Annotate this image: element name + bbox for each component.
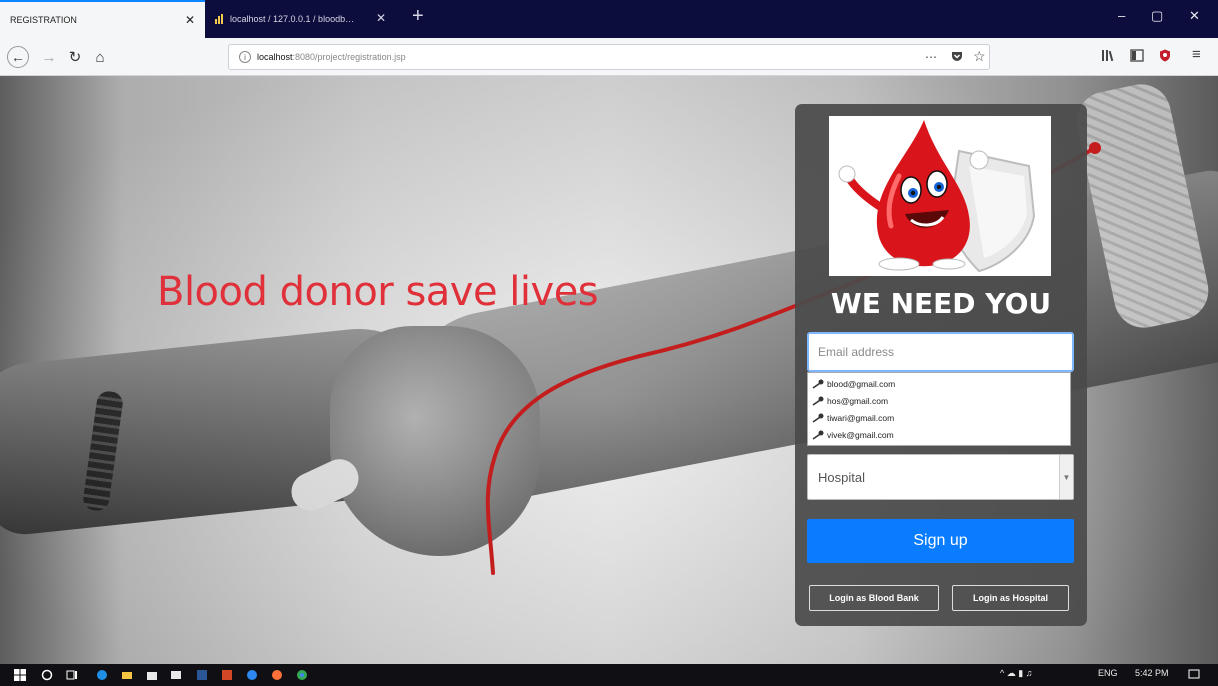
maximize-button[interactable]: ▢ xyxy=(1151,8,1163,24)
chrome-icon[interactable] xyxy=(296,669,308,681)
signup-button[interactable]: Sign up xyxy=(807,519,1074,563)
new-tab-button[interactable]: + xyxy=(412,6,424,26)
tab-phpmyadmin[interactable]: localhost / 127.0.0.1 / bloodb… ✕ xyxy=(206,0,406,38)
key-icon xyxy=(812,379,824,389)
user-type-value: Hospital xyxy=(818,470,865,485)
email-input[interactable] xyxy=(807,332,1074,372)
tab-close-icon[interactable]: ✕ xyxy=(185,13,195,27)
navigation-toolbar: ← → ↻ ⌂ i localhost:8080/project/registr… xyxy=(0,38,1218,76)
user-type-select[interactable]: Hospital ▼ xyxy=(807,454,1074,500)
task-view-icon[interactable] xyxy=(66,669,78,681)
word-icon[interactable] xyxy=(196,669,208,681)
tab-title: REGISTRATION xyxy=(10,15,77,25)
minimize-button[interactable]: – xyxy=(1118,8,1125,23)
action-center-icon[interactable] xyxy=(1188,669,1200,681)
reload-icon[interactable]: ↻ xyxy=(64,46,86,68)
info-icon[interactable]: i xyxy=(239,51,251,63)
autocomplete-email: vivek@gmail.com xyxy=(827,429,894,440)
window-close-button[interactable]: ✕ xyxy=(1189,8,1200,24)
login-blood-bank-button[interactable]: Login as Blood Bank xyxy=(809,585,939,611)
page-background: Blood donor save lives WE NEED YOU Email… xyxy=(0,76,1218,664)
mail-icon[interactable] xyxy=(170,669,182,681)
library-icon[interactable] xyxy=(1101,49,1115,65)
app-icon[interactable] xyxy=(246,669,258,681)
pocket-icon[interactable] xyxy=(951,50,963,65)
shield-addon-icon[interactable] xyxy=(1159,49,1171,65)
form-title: WE NEED YOU xyxy=(830,287,1052,320)
url-path: :8080/project/registration.jsp xyxy=(292,52,406,62)
chevron-down-icon[interactable]: ▼ xyxy=(1059,455,1073,499)
windows-start-icon[interactable] xyxy=(14,669,26,681)
page-tagline: Blood donor save lives xyxy=(157,269,599,315)
registration-panel: WE NEED YOU blood@gmail.com hos@gmail.co… xyxy=(795,104,1087,626)
page-actions-icon[interactable]: ⋯ xyxy=(925,50,937,64)
autocomplete-item[interactable]: vivek@gmail.com xyxy=(808,426,1070,443)
windows-taskbar: ^ ☁ ▮ ♫ ENG 5:42 PM xyxy=(0,664,1218,686)
autocomplete-email: blood@gmail.com xyxy=(827,378,896,389)
url-bar[interactable]: i localhost:8080/project/registration.js… xyxy=(228,44,990,70)
key-icon xyxy=(812,430,824,440)
tray-icons[interactable]: ^ ☁ ▮ ♫ xyxy=(1000,668,1032,679)
key-icon xyxy=(812,396,824,406)
store-icon[interactable] xyxy=(146,669,158,681)
email-autocomplete-list: blood@gmail.com hos@gmail.com tiwari@gma… xyxy=(807,372,1071,446)
blood-drop-mascot-image xyxy=(829,116,1051,276)
autocomplete-email: hos@gmail.com xyxy=(827,395,889,406)
tab-title: localhost / 127.0.0.1 / bloodb… xyxy=(230,14,355,24)
input-language[interactable]: ENG xyxy=(1098,668,1118,678)
autocomplete-item[interactable]: tiwari@gmail.com xyxy=(808,409,1070,426)
system-clock[interactable]: 5:42 PM xyxy=(1135,668,1169,678)
firefox-icon[interactable] xyxy=(271,669,283,681)
login-hospital-button[interactable]: Login as Hospital xyxy=(952,585,1069,611)
menu-icon[interactable]: ≡ xyxy=(1192,46,1201,63)
autocomplete-item[interactable]: hos@gmail.com xyxy=(808,392,1070,409)
forward-icon[interactable]: → xyxy=(38,46,60,68)
tab-close-icon[interactable]: ✕ xyxy=(376,11,386,25)
sidebar-icon[interactable] xyxy=(1130,49,1144,65)
url-host: localhost xyxy=(257,52,293,62)
browser-tab-bar: REGISTRATION ✕ localhost / 127.0.0.1 / b… xyxy=(0,0,1218,38)
powerpoint-icon[interactable] xyxy=(221,669,233,681)
phpmyadmin-favicon-icon xyxy=(214,13,225,25)
home-icon[interactable]: ⌂ xyxy=(89,46,111,68)
key-icon xyxy=(812,413,824,423)
back-icon[interactable]: ← xyxy=(7,46,29,68)
autocomplete-item[interactable]: blood@gmail.com xyxy=(808,375,1070,392)
cortana-search-icon[interactable] xyxy=(41,669,53,681)
bookmark-star-icon[interactable]: ☆ xyxy=(973,48,986,65)
file-explorer-icon[interactable] xyxy=(121,669,133,681)
autocomplete-email: tiwari@gmail.com xyxy=(827,412,895,423)
tab-registration[interactable]: REGISTRATION ✕ xyxy=(0,0,205,38)
edge-browser-icon[interactable] xyxy=(96,669,108,681)
